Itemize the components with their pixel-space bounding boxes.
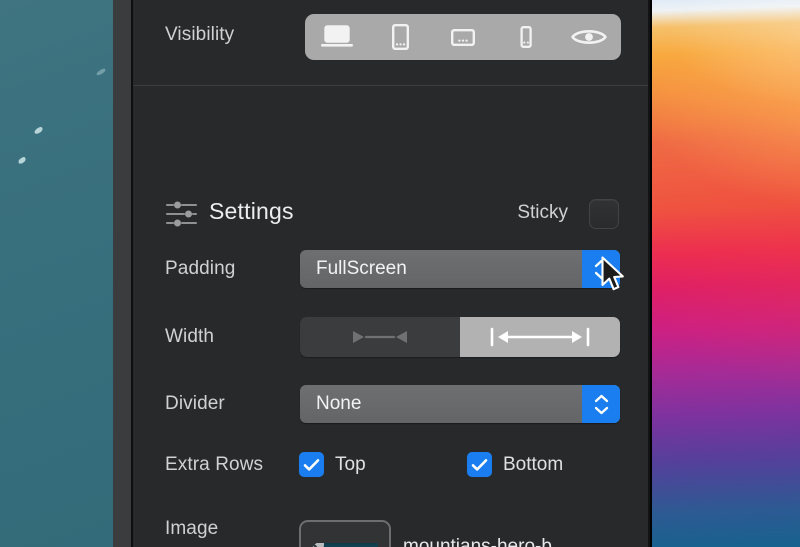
visibility-option-phone[interactable] bbox=[495, 14, 558, 60]
extra-rows-top-label: Top bbox=[335, 453, 366, 475]
extra-rows-label: Extra Rows bbox=[165, 454, 264, 475]
chevron-down-icon bbox=[594, 271, 608, 279]
sticky-label: Sticky bbox=[517, 202, 568, 223]
padding-label: Padding bbox=[165, 258, 236, 279]
divider-row: Divider None bbox=[133, 385, 650, 423]
image-filename: mountians-hero-b… bbox=[403, 536, 571, 547]
extra-rows-top-checkbox[interactable] bbox=[299, 452, 324, 477]
width-row: Width bbox=[133, 317, 650, 357]
desktop-wallpaper bbox=[652, 0, 800, 547]
remove-x-icon bbox=[312, 543, 318, 547]
divider-label: Divider bbox=[165, 393, 225, 414]
speck bbox=[17, 156, 27, 165]
width-option-full[interactable] bbox=[460, 317, 620, 357]
chevron-down-icon bbox=[594, 406, 608, 414]
extra-rows-bottom-group[interactable]: Bottom bbox=[467, 452, 563, 477]
extra-rows-bottom-checkbox[interactable] bbox=[467, 452, 492, 477]
extra-rows-row: Extra Rows Top Bottom bbox=[133, 452, 650, 480]
remove-image-button[interactable] bbox=[312, 543, 324, 547]
sticky-checkbox[interactable] bbox=[589, 199, 619, 229]
padding-stepper[interactable] bbox=[582, 250, 620, 288]
visibility-option-laptop[interactable] bbox=[305, 14, 368, 60]
settings-section: Settings Sticky Padding FullScreen Width… bbox=[133, 86, 648, 547]
image-label: Image bbox=[165, 518, 219, 539]
width-full-icon bbox=[490, 327, 590, 347]
sliders-icon bbox=[165, 201, 198, 227]
divider-popup-button[interactable]: None bbox=[300, 385, 620, 423]
width-segmented-control[interactable] bbox=[300, 317, 620, 357]
phone-icon bbox=[520, 26, 532, 48]
background-window-left bbox=[0, 0, 113, 547]
inspector-panel: Visibility Settings Sticky Padding FullS… bbox=[133, 0, 650, 547]
visibility-label: Visibility bbox=[165, 24, 235, 45]
padding-popup-button[interactable]: FullScreen bbox=[300, 250, 620, 288]
eye-icon bbox=[571, 30, 608, 44]
chevron-up-icon bbox=[594, 394, 608, 402]
visibility-section: Visibility bbox=[133, 0, 648, 86]
tablet-landscape-icon bbox=[450, 28, 476, 47]
tablet-portrait-icon bbox=[391, 23, 409, 51]
image-well[interactable] bbox=[299, 520, 391, 547]
visibility-option-tablet-landscape[interactable] bbox=[431, 14, 494, 60]
checkmark-icon bbox=[471, 458, 488, 471]
visibility-option-tablet-portrait[interactable] bbox=[368, 14, 431, 60]
checkmark-icon bbox=[303, 458, 320, 471]
laptop-icon bbox=[320, 25, 353, 47]
extra-rows-bottom-label: Bottom bbox=[503, 453, 564, 475]
speck bbox=[95, 67, 107, 77]
width-label: Width bbox=[165, 326, 215, 347]
width-contained-icon bbox=[353, 331, 407, 343]
padding-value: FullScreen bbox=[316, 258, 407, 279]
visibility-segmented-control[interactable] bbox=[305, 14, 621, 60]
divider-stepper[interactable] bbox=[582, 385, 620, 423]
padding-row: Padding FullScreen bbox=[133, 250, 650, 288]
width-option-contained[interactable] bbox=[300, 317, 460, 357]
visibility-option-preview[interactable] bbox=[558, 14, 621, 60]
extra-rows-top-group[interactable]: Top bbox=[299, 452, 366, 477]
screen: Visibility Settings Sticky Padding FullS… bbox=[0, 0, 800, 547]
chevron-up-icon bbox=[594, 259, 608, 267]
divider-value: None bbox=[316, 393, 362, 414]
image-thumbnail bbox=[312, 543, 378, 547]
speck bbox=[33, 126, 44, 135]
settings-title: Settings bbox=[209, 198, 294, 224]
window-gutter bbox=[113, 0, 132, 547]
